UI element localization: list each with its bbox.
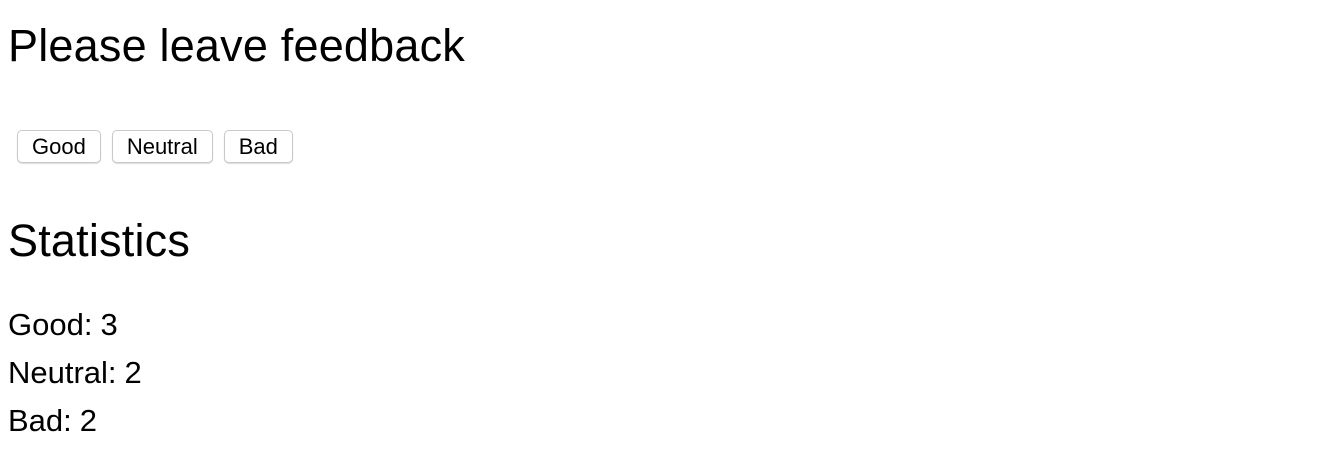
- statistics-list: Good: 3 Neutral: 2 Bad: 2: [8, 301, 1332, 445]
- feedback-page: Please leave feedback Good Neutral Bad S…: [0, 0, 1332, 470]
- good-statistic: Good: 3: [8, 301, 1332, 349]
- neutral-statistic: Neutral: 2: [8, 349, 1332, 397]
- neutral-button[interactable]: Neutral: [111, 130, 213, 163]
- feedback-button-group: Good Neutral Bad: [17, 130, 1332, 163]
- good-button[interactable]: Good: [17, 130, 101, 163]
- good-statistic-label: Good:: [8, 307, 93, 342]
- feedback-title: Please leave feedback: [8, 20, 466, 71]
- statistics-title: Statistics: [8, 215, 191, 266]
- good-statistic-value: 3: [100, 307, 118, 342]
- bad-statistic-value: 2: [79, 403, 98, 438]
- bad-button[interactable]: Bad: [223, 130, 293, 163]
- bad-statistic: Bad: 2: [8, 397, 1332, 445]
- neutral-statistic-label: Neutral:: [8, 355, 117, 390]
- bad-statistic-label: Bad:: [8, 403, 72, 438]
- neutral-statistic-value: 2: [124, 355, 142, 390]
